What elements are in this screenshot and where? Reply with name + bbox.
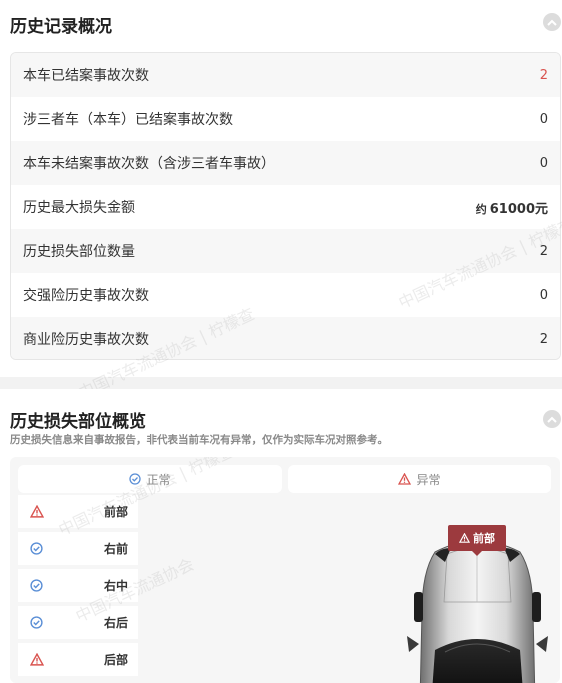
table-row: 本车未结案事故次数（含涉三者车事故） 0	[11, 141, 560, 185]
row-label: 涉三者车（本车）已结案事故次数	[23, 112, 233, 128]
section-subtitle: 历史损失信息来自事故报告，非代表当前车况有异常，仅作为实际车况对照参考。	[10, 434, 388, 446]
legend-abnormal[interactable]: 异常	[288, 465, 551, 493]
table-row: 历史损失部位数量 2	[11, 229, 560, 273]
section-title: 历史记录概况	[10, 17, 112, 37]
check-circle-icon	[30, 542, 43, 555]
amount-value: 61000元	[489, 201, 548, 217]
table-row: 商业险历史事故次数 2	[11, 317, 560, 359]
damage-panel: 正常 异常 前部 右前 右中 右后 后部 前部 中国汽车流通协会 | 柠檬查 中…	[10, 457, 560, 683]
row-value: 2	[539, 331, 548, 347]
collapse-button[interactable]	[543, 13, 561, 31]
damage-overview-section: 历史损失部位概览 历史损失信息来自事故报告，非代表当前车况有异常，仅作为实际车况…	[0, 389, 562, 683]
part-row-right-middle[interactable]: 右中	[18, 569, 138, 602]
row-label: 历史损失部位数量	[23, 244, 135, 260]
collapse-button[interactable]	[543, 410, 561, 428]
check-circle-icon	[30, 579, 43, 592]
row-label: 历史最大损失金额	[23, 200, 135, 216]
check-circle-icon	[30, 616, 43, 629]
part-label: 右后	[104, 616, 129, 630]
table-row: 历史最大损失金额 约 61000元	[11, 185, 560, 229]
warning-triangle-icon	[398, 473, 412, 485]
row-value: 0	[539, 155, 548, 171]
history-overview-section: 历史记录概况 本车已结案事故次数 2 涉三者车（本车）已结案事故次数 0 本车未…	[0, 0, 562, 402]
row-value-amount: 约 61000元	[476, 198, 548, 217]
row-label: 交强险历史事故次数	[23, 288, 149, 304]
row-value: 0	[539, 287, 548, 303]
row-value: 0	[539, 111, 548, 127]
part-label: 前部	[104, 505, 129, 519]
part-row-right-rear[interactable]: 右后	[18, 606, 138, 639]
part-label: 右中	[104, 579, 129, 593]
approx-prefix: 约	[475, 202, 487, 216]
part-row-front[interactable]: 前部	[18, 495, 138, 528]
overview-table: 本车已结案事故次数 2 涉三者车（本车）已结案事故次数 0 本车未结案事故次数（…	[10, 52, 561, 360]
row-value: 2	[539, 67, 548, 83]
row-label: 本车已结案事故次数	[23, 68, 149, 84]
section-title: 历史损失部位概览	[10, 412, 146, 432]
warning-triangle-icon	[30, 505, 44, 518]
front-tag-label: 前部	[473, 532, 495, 545]
table-row: 本车已结案事故次数 2	[11, 53, 560, 97]
warning-triangle-icon	[459, 533, 470, 543]
row-label: 本车未结案事故次数（含涉三者车事故）	[23, 156, 275, 172]
check-circle-icon	[129, 473, 142, 485]
legend-normal[interactable]: 正常	[18, 465, 282, 493]
legend-normal-label: 正常	[146, 472, 171, 487]
part-label: 右前	[104, 542, 129, 556]
part-row-right-front[interactable]: 右前	[18, 532, 138, 565]
front-damage-tag[interactable]: 前部	[448, 525, 506, 551]
tag-pointer	[472, 551, 482, 556]
table-row: 涉三者车（本车）已结案事故次数 0	[11, 97, 560, 141]
table-row: 交强险历史事故次数 0	[11, 273, 560, 317]
chevron-up-icon	[547, 416, 557, 423]
part-row-rear[interactable]: 后部	[18, 643, 138, 676]
part-label: 后部	[104, 653, 129, 667]
legend-abnormal-label: 异常	[416, 472, 441, 487]
chevron-up-icon	[547, 19, 557, 26]
row-label: 商业险历史事故次数	[23, 332, 149, 348]
row-value: 2	[539, 243, 548, 259]
warning-triangle-icon	[30, 653, 44, 666]
